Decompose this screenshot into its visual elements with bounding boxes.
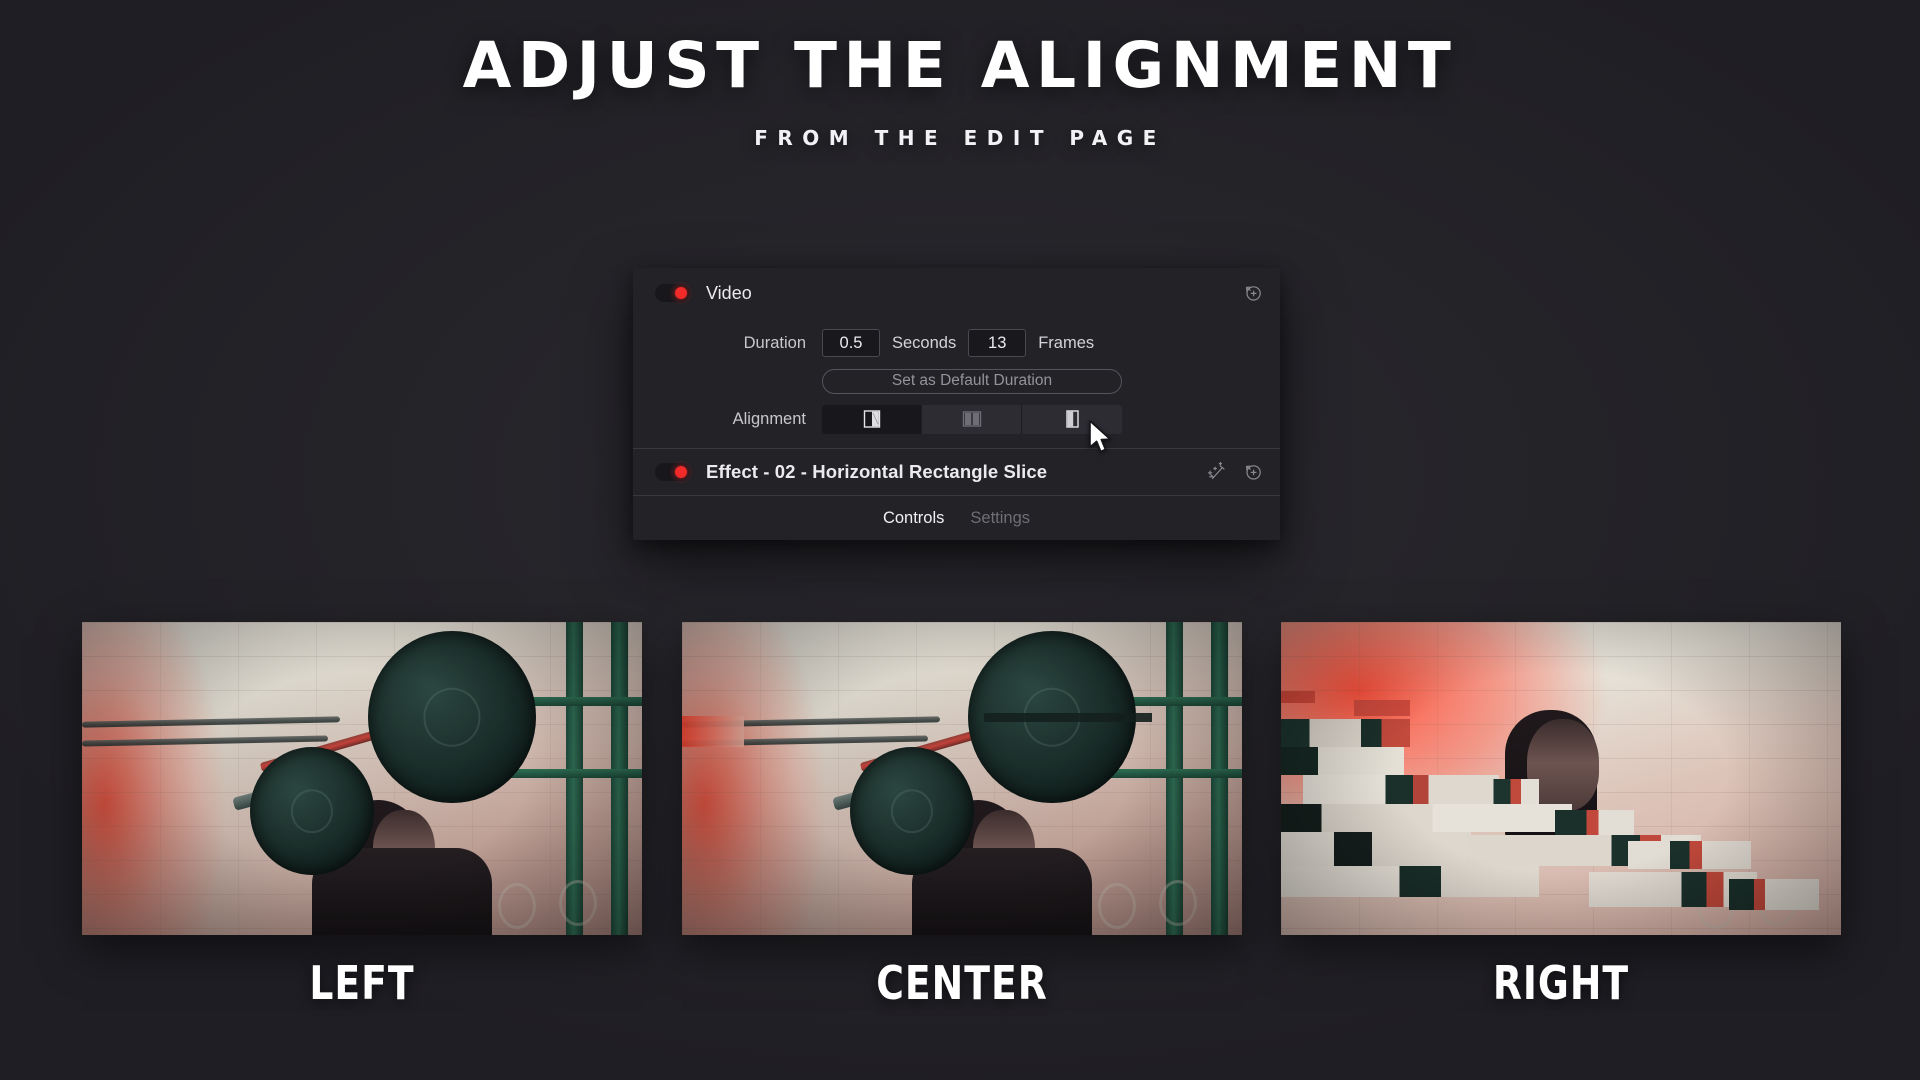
vignette [1281, 622, 1841, 935]
thumbnail-right [1281, 622, 1841, 935]
seconds-unit-label: Seconds [892, 333, 957, 352]
toggle-knob [675, 287, 687, 299]
caption-right: RIGHT [1492, 956, 1630, 1010]
align-left-icon [863, 410, 880, 428]
alignment-option-right[interactable] [1022, 404, 1122, 434]
effect-header-icons [1206, 461, 1264, 483]
video-header-icons [1242, 282, 1264, 304]
alignment-segmented-control [822, 404, 1122, 434]
alignment-row: Alignment [633, 400, 1280, 438]
effect-tab-bar: Controls Settings [633, 495, 1280, 540]
duration-label: Duration [743, 333, 806, 352]
reset-circle-icon[interactable] [1242, 461, 1264, 483]
video-frame-right [1281, 622, 1841, 935]
effect-section-title: Effect - 02 - Horizontal Rectangle Slice [706, 461, 1048, 482]
page-title: ADJUST THE ALIGNMENT [462, 29, 1458, 102]
reset-circle-icon[interactable] [1242, 282, 1264, 304]
video-section-body: Duration 0.5 Seconds 13 Frames Set as De… [633, 318, 1280, 448]
video-enable-toggle[interactable] [655, 284, 690, 302]
thumbnail-center [682, 622, 1242, 935]
effect-enable-toggle[interactable] [655, 463, 690, 481]
tab-controls[interactable]: Controls [883, 509, 944, 528]
thumbnail-left [82, 622, 642, 935]
default-duration-row: Set as Default Duration [633, 362, 1280, 400]
thumbnail-row [0, 622, 1920, 942]
video-section-header: Video [633, 268, 1280, 318]
tab-settings[interactable]: Settings [970, 509, 1030, 528]
vignette [82, 622, 642, 935]
effect-section-header: Effect - 02 - Horizontal Rectangle Slice [633, 448, 1280, 495]
vignette [682, 622, 1242, 935]
video-section-title: Video [706, 282, 752, 303]
caption-center: CENTER [876, 956, 1048, 1010]
slide-canvas: ADJUST THE ALIGNMENT FROM THE EDIT PAGE … [0, 0, 1920, 1080]
video-frame-left [82, 622, 642, 935]
toggle-knob [675, 466, 687, 478]
caption-left: LEFT [309, 956, 415, 1010]
align-center-icon [962, 411, 981, 427]
video-frame-center [682, 622, 1242, 935]
inspector-panel: Video Duration 0.5 Seconds 13 Frames Set… [633, 268, 1280, 540]
duration-frames-input[interactable]: 13 [968, 329, 1027, 357]
heading-block: ADJUST THE ALIGNMENT FROM THE EDIT PAGE [0, 34, 1920, 150]
alignment-option-center[interactable] [922, 404, 1022, 434]
duration-row: Duration 0.5 Seconds 13 Frames [633, 324, 1280, 362]
alignment-label: Alignment [732, 409, 806, 428]
magic-wand-icon[interactable] [1206, 461, 1228, 483]
alignment-option-left[interactable] [822, 404, 922, 434]
align-right-icon [1066, 410, 1079, 428]
frames-unit-label: Frames [1038, 333, 1095, 352]
set-as-default-duration-button[interactable]: Set as Default Duration [822, 368, 1122, 394]
duration-seconds-input[interactable]: 0.5 [822, 329, 880, 357]
page-subtitle: FROM THE EDIT PAGE [754, 126, 1166, 150]
